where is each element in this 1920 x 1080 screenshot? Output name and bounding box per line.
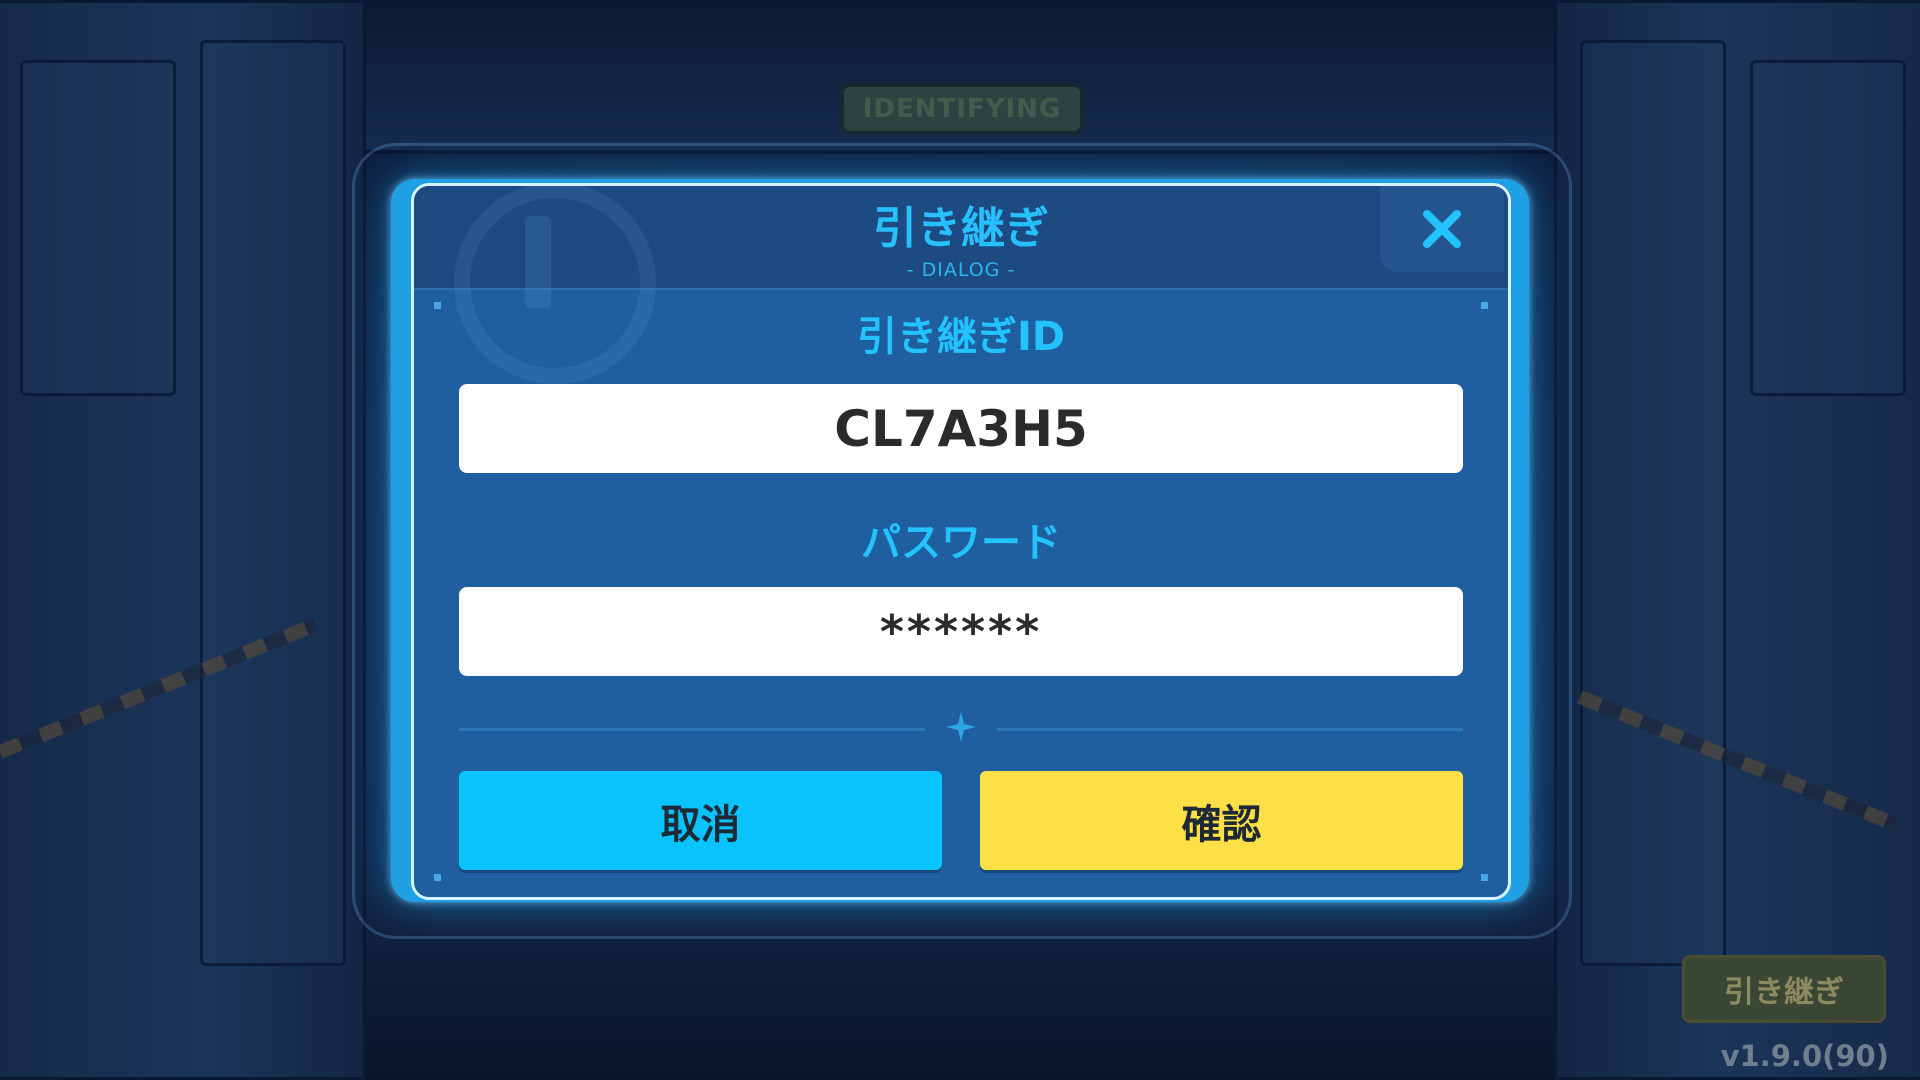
close-button[interactable] <box>1380 186 1504 272</box>
game-screen: IDENTIFYING 引き継ぎ - DIALOG - 引き継ぎID CL7A3… <box>0 0 1920 1080</box>
version-label: v1.9.0(90) <box>1720 1039 1889 1073</box>
divider-star-icon <box>946 712 976 742</box>
corner-dot <box>1481 302 1488 309</box>
transfer-id-label: 引き継ぎID <box>856 314 1066 360</box>
corner-dot <box>434 302 441 309</box>
password-label: パスワード <box>861 520 1061 566</box>
corner-dot <box>1481 874 1488 881</box>
dialog-title: 引き継ぎ <box>873 203 1049 254</box>
transfer-id-input[interactable] <box>459 384 1463 473</box>
divider-line <box>997 728 1463 731</box>
dialog-body: 引き継ぎ - DIALOG - 引き継ぎID パスワード <box>411 183 1511 900</box>
divider-line <box>459 728 925 731</box>
close-icon <box>1423 210 1461 248</box>
dialog-subtitle: - DIALOG - <box>906 259 1016 281</box>
transfer-dialog: 引き継ぎ - DIALOG - 引き継ぎID パスワード <box>391 179 1529 902</box>
corner-dot <box>434 874 441 881</box>
confirm-button[interactable]: 確認 <box>980 771 1463 870</box>
cancel-button[interactable]: 取消 <box>459 771 942 870</box>
transfer-button[interactable]: 引き継ぎ <box>1682 955 1886 1023</box>
dialog-header: 引き継ぎ - DIALOG - <box>414 186 1508 384</box>
password-input[interactable] <box>459 587 1463 676</box>
